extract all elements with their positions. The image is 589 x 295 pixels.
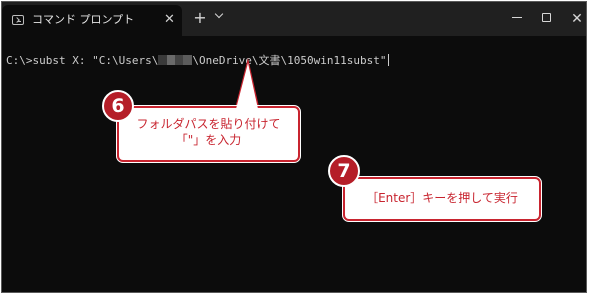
badge-6: 6 — [102, 90, 134, 122]
badge-7: 7 — [328, 155, 360, 187]
callout-6-line1: フォルダパスを貼り付けて — [136, 117, 281, 131]
callout-7-text: ［Enter］キーを押して実行 — [366, 191, 518, 205]
callout-6-text: フォルダパスを貼り付けて 「"」を入力 — [120, 116, 297, 148]
callout-6-line2: 「"」を入力 — [175, 133, 242, 147]
